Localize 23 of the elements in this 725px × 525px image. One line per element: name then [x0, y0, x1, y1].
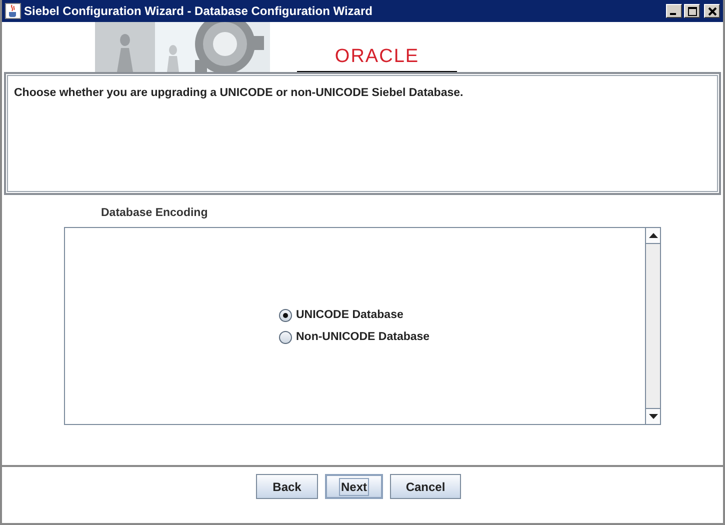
up-arrow-icon: [648, 233, 658, 238]
down-arrow-icon: [648, 414, 658, 419]
radio-icon[interactable]: [279, 330, 292, 344]
maximize-icon: [688, 6, 696, 16]
scroll-up-button[interactable]: [646, 228, 660, 244]
description-text: Choose whether you are upgrading a UNICODE or non-UNICODE Siebel Database.: [14, 87, 464, 99]
wizard-button[interactable]: Back: [256, 474, 318, 499]
scrollbar[interactable]: [645, 228, 660, 424]
radio-option[interactable]: Non-UNICODE Database: [279, 330, 430, 344]
wizard-button[interactable]: Cancel: [390, 474, 461, 499]
scroll-down-button[interactable]: [646, 408, 660, 424]
window-title: Siebel Configuration Wizard - Database Configuration Wizard: [24, 4, 374, 18]
minimize-icon: [670, 13, 676, 15]
oracle-logo: ORACLE: [297, 46, 457, 72]
radio-icon[interactable]: [279, 308, 292, 322]
maximize-button[interactable]: [684, 4, 700, 18]
minimize-button[interactable]: [666, 4, 682, 18]
close-button[interactable]: [704, 4, 720, 18]
close-icon: [708, 6, 716, 16]
wizard-button[interactable]: Next: [325, 474, 383, 499]
radio-option[interactable]: UNICODE Database: [279, 308, 404, 322]
cup-icon: [5, 3, 21, 19]
section-label: Database Encoding: [101, 207, 209, 221]
